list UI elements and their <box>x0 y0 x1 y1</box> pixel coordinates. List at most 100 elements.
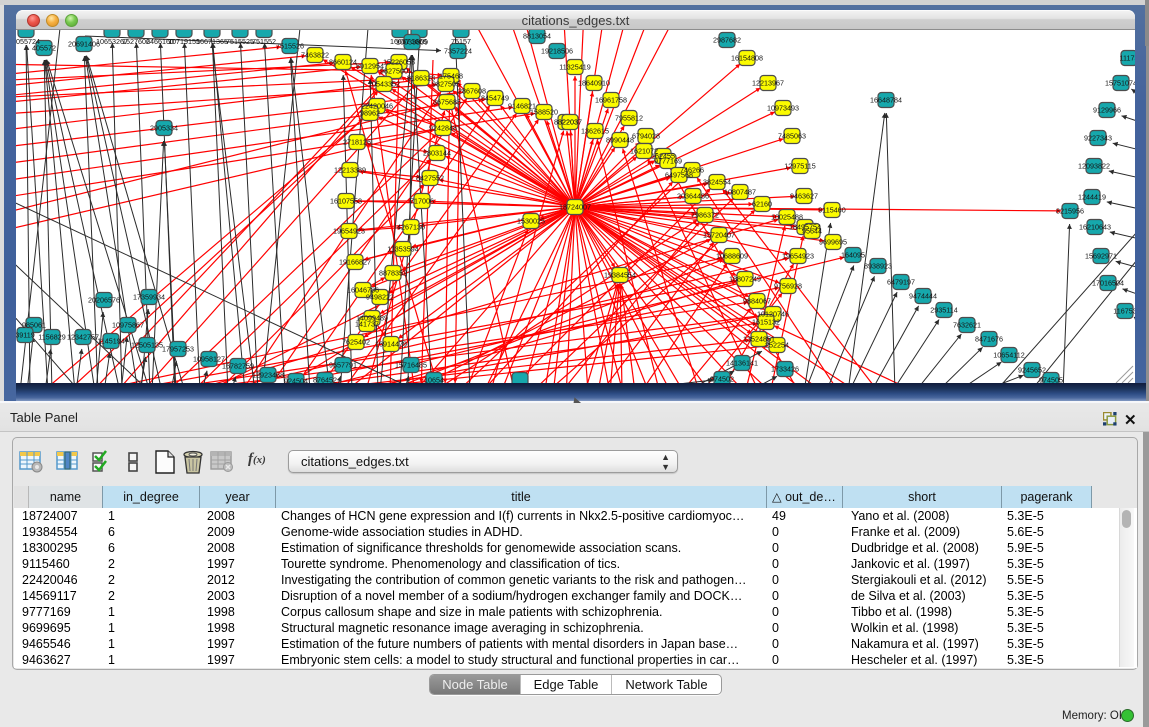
svg-text:751552: 751552 <box>252 37 276 46</box>
svg-text:19218506: 19218506 <box>541 46 573 55</box>
svg-text:7485063: 7485063 <box>778 131 806 140</box>
svg-text:10975867: 10975867 <box>112 320 144 329</box>
svg-text:2905334: 2905334 <box>150 123 178 132</box>
svg-text:39119: 39119 <box>16 330 35 339</box>
svg-text:1733426: 1733426 <box>771 364 799 373</box>
svg-text:9498222: 9498222 <box>366 292 394 301</box>
svg-text:1145194: 1145194 <box>97 336 124 345</box>
svg-text:2718126: 2718126 <box>343 137 371 146</box>
svg-text:12213389: 12213389 <box>334 165 366 174</box>
svg-text:17359934: 17359934 <box>133 292 165 301</box>
svg-text:17016504: 17016504 <box>1092 278 1124 287</box>
svg-text:717006: 717006 <box>410 196 434 205</box>
svg-text:16671365: 16671365 <box>196 37 228 46</box>
svg-text:8878352: 8878352 <box>379 268 407 277</box>
svg-text:12342757: 12342757 <box>67 332 99 341</box>
svg-text:20691406: 20691406 <box>68 39 100 48</box>
svg-text:16107553: 16107553 <box>330 196 362 205</box>
svg-text:8938923: 8938923 <box>864 261 892 270</box>
svg-text:10973493: 10973493 <box>767 103 799 112</box>
svg-text:16154808: 16154808 <box>731 53 763 62</box>
svg-text:9699695: 9699695 <box>819 237 847 246</box>
svg-text:16914479: 16914479 <box>375 339 407 348</box>
svg-text:12923468: 12923468 <box>252 370 284 379</box>
svg-text:19654923: 19654923 <box>333 226 365 235</box>
svg-text:62160: 62160 <box>752 199 772 208</box>
svg-text:20206576: 20206576 <box>88 295 120 304</box>
svg-text:15716485: 15716485 <box>395 360 427 369</box>
svg-text:10025488: 10025488 <box>771 212 803 221</box>
svg-text:9474444: 9474444 <box>909 291 937 300</box>
svg-text:9777169: 9777169 <box>654 156 682 165</box>
svg-text:11325419: 11325419 <box>559 62 590 71</box>
svg-text:10654112: 10654112 <box>993 350 1024 359</box>
svg-text:9884067: 9884067 <box>743 296 771 305</box>
svg-text:15226058: 15226058 <box>383 57 415 66</box>
svg-text:10688609: 10688609 <box>716 251 748 260</box>
svg-text:2935114: 2935114 <box>930 305 957 314</box>
svg-text:141737: 141737 <box>355 319 379 328</box>
svg-text:9115460: 9115460 <box>818 205 845 214</box>
svg-text:75157: 75157 <box>451 37 471 46</box>
svg-text:8215956: 8215956 <box>1056 206 1084 215</box>
svg-text:16648784: 16648784 <box>870 95 902 104</box>
svg-text:95644: 95644 <box>802 226 822 235</box>
svg-text:8813054: 8813054 <box>523 31 551 40</box>
svg-text:7632621: 7632621 <box>953 320 981 329</box>
svg-text:1615132: 1615132 <box>752 317 780 326</box>
svg-text:1588520: 1588520 <box>530 107 558 116</box>
svg-text:2803144: 2803144 <box>423 148 451 157</box>
svg-text:405572: 405572 <box>32 43 56 52</box>
svg-text:4267130: 4267130 <box>397 222 425 231</box>
svg-text:7955812: 7955812 <box>615 113 643 122</box>
svg-text:10958127: 10958127 <box>193 354 225 363</box>
svg-text:6794028: 6794028 <box>632 131 660 140</box>
svg-text:6479197: 6479197 <box>887 277 915 286</box>
svg-text:16782759: 16782759 <box>222 361 254 370</box>
svg-text:7986372: 7986372 <box>691 210 719 219</box>
svg-text:15720407: 15720407 <box>703 230 735 239</box>
svg-text:19166827: 19166827 <box>339 257 371 266</box>
svg-text:3824554: 3824554 <box>703 177 731 186</box>
svg-text:252254: 252254 <box>765 340 789 349</box>
svg-text:9463627: 9463627 <box>790 191 818 200</box>
svg-text:9227343: 9227343 <box>1084 133 1112 142</box>
svg-text:10543352: 10543352 <box>368 79 400 88</box>
svg-text:164095: 164095 <box>841 250 865 259</box>
svg-text:16961758: 16961758 <box>595 95 627 104</box>
svg-text:12213967: 12213967 <box>752 78 784 87</box>
svg-text:8471676: 8471676 <box>975 334 1003 343</box>
svg-text:3675685: 3675685 <box>433 97 461 106</box>
svg-text:15751074: 15751074 <box>1105 78 1135 87</box>
svg-text:1156829: 1156829 <box>38 332 65 341</box>
svg-text:6497568: 6497568 <box>665 170 693 179</box>
svg-text:7357224: 7357224 <box>444 46 472 55</box>
svg-text:8427552: 8427552 <box>416 173 444 182</box>
svg-text:7515526: 7515526 <box>276 41 304 50</box>
svg-text:1530025: 1530025 <box>517 216 545 225</box>
svg-text:9756928: 9756928 <box>774 281 802 290</box>
svg-text:9657791: 9657791 <box>329 360 357 369</box>
svg-text:1244419: 1244419 <box>1078 192 1106 201</box>
svg-text:17957253: 17957253 <box>162 344 194 353</box>
svg-text:8990448: 8990448 <box>606 135 634 144</box>
svg-text:15692971: 15692971 <box>1085 251 1117 260</box>
svg-text:12975115: 12975115 <box>784 161 815 170</box>
svg-text:822037: 822037 <box>558 117 582 126</box>
svg-text:8186328: 8186328 <box>407 73 435 82</box>
svg-text:18724007: 18724007 <box>559 202 591 211</box>
svg-text:1362615: 1362615 <box>581 126 609 135</box>
svg-text:11353594: 11353594 <box>387 244 418 253</box>
svg-text:9245652: 9245652 <box>1018 365 1046 374</box>
svg-text:8454749: 8454749 <box>481 93 509 102</box>
svg-text:7463822: 7463822 <box>301 50 329 59</box>
svg-text:9827500: 9827500 <box>380 66 408 75</box>
svg-text:9242848: 9242848 <box>429 123 457 132</box>
svg-text:2987682: 2987682 <box>713 35 741 44</box>
svg-text:9129966: 9129966 <box>1093 105 1121 114</box>
svg-text:10033809: 10033809 <box>396 37 428 46</box>
svg-text:16210643: 16210643 <box>1079 222 1111 231</box>
svg-text:7625402: 7625402 <box>342 337 370 346</box>
svg-text:11173: 11173 <box>1120 53 1135 62</box>
svg-text:98962: 98962 <box>360 108 380 117</box>
